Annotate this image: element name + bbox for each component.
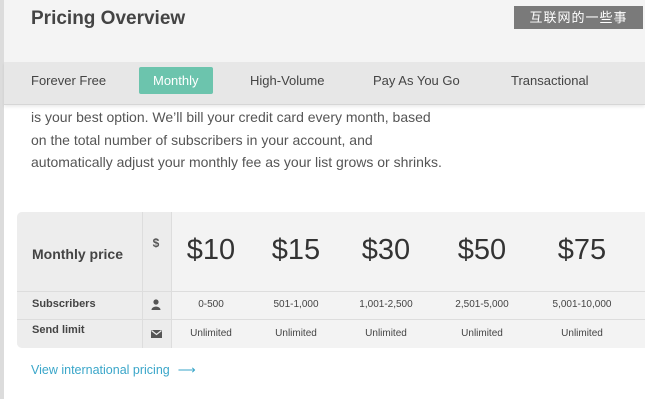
- plan-send-limit: Unlimited: [561, 328, 603, 339]
- subscribers-label: Subscribers: [32, 298, 96, 310]
- plan-subscribers: 5,001-10,000: [552, 299, 612, 310]
- dollar-icon: $: [152, 236, 160, 250]
- tab-transactional[interactable]: Transactional: [511, 67, 589, 94]
- watermark: 互联网的一些事: [514, 6, 643, 29]
- plan-subscribers: 2,501-5,000: [455, 299, 509, 310]
- monthly-price-label: Monthly price: [32, 246, 124, 262]
- view-international-pricing-link[interactable]: View international pricing ⟶: [31, 362, 196, 377]
- header: Pricing Overview 互联网的一些事: [4, 0, 645, 62]
- plan-price: $50: [457, 234, 507, 266]
- intro-line: is your best option. We’ll bill your cre…: [31, 109, 431, 125]
- intro-line: automatically adjust your monthly fee as…: [31, 154, 442, 170]
- intro-line: on the total number of subscribers in yo…: [31, 131, 373, 148]
- plan-subscribers: 1,001-2,500: [359, 299, 413, 310]
- plan-price: $10: [186, 234, 236, 266]
- plan-send-limit: Unlimited: [461, 328, 503, 339]
- plan-price: $15: [271, 234, 321, 266]
- plan-price: $75: [557, 234, 607, 266]
- pricing-table: Monthly price Subscribers Send limit $ $…: [17, 212, 645, 348]
- tab-forever-free[interactable]: Forever Free: [31, 67, 106, 94]
- tab-high-volume[interactable]: High-Volume: [250, 67, 324, 94]
- send-limit-label: Send limit: [32, 324, 85, 336]
- plan-send-limit: Unlimited: [190, 328, 232, 339]
- plan-subscribers: 501-1,000: [273, 299, 319, 310]
- tab-pay-as-you-go[interactable]: Pay As You Go: [373, 67, 460, 94]
- tab-bar: Forever Free Monthly High-Volume Pay As …: [4, 62, 645, 105]
- link-label: View international pricing: [31, 363, 170, 377]
- plan-subscribers: 0-500: [198, 299, 224, 310]
- plan-send-limit: Unlimited: [275, 328, 317, 339]
- arrow-right-icon: ⟶: [177, 363, 196, 377]
- page-title: Pricing Overview: [31, 8, 186, 29]
- row-divider: [17, 291, 645, 292]
- tab-monthly[interactable]: Monthly: [139, 67, 213, 94]
- plan-send-limit: Unlimited: [365, 328, 407, 339]
- row-divider: [17, 319, 645, 320]
- plan-price: $30: [361, 234, 411, 266]
- intro-text: is your best option. We’ll bill your cre…: [31, 106, 451, 174]
